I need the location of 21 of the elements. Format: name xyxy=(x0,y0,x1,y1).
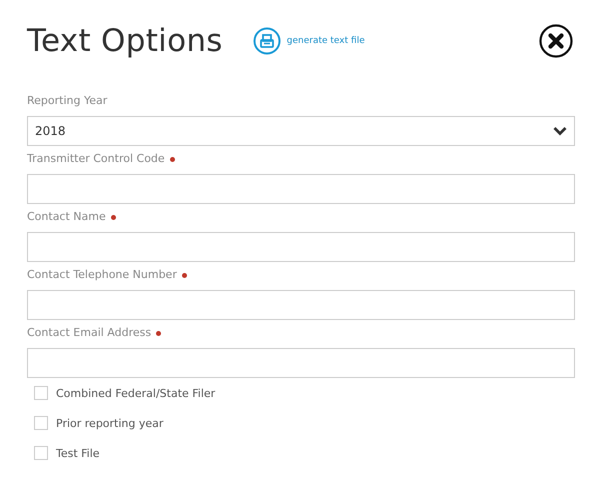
checkbox-label: Test File xyxy=(56,446,100,460)
close-icon[interactable] xyxy=(539,24,573,58)
field-label: Contact Email Address xyxy=(27,326,152,340)
checkbox[interactable] xyxy=(34,446,48,460)
input-field[interactable] xyxy=(27,348,575,378)
field-label: Contact Telephone Number xyxy=(27,268,177,282)
field-label: Reporting Year xyxy=(27,94,108,108)
chevron-down-icon xyxy=(553,126,567,136)
year-select[interactable]: 2018 xyxy=(27,116,575,146)
checkbox-label: Prior reporting year xyxy=(56,416,164,430)
printer-icon xyxy=(252,27,281,55)
generate-link[interactable]: generate text file xyxy=(252,27,365,55)
field-label: Contact Name xyxy=(27,210,106,224)
field-label: Transmitter Control Code xyxy=(27,152,165,166)
checkbox-label: Combined Federal/State Filer xyxy=(56,386,216,400)
checkbox[interactable] xyxy=(34,416,48,430)
input-field[interactable] xyxy=(27,232,575,262)
checkbox[interactable] xyxy=(34,386,48,400)
input-field[interactable] xyxy=(27,174,575,204)
dialog-title: Text Options xyxy=(27,23,223,59)
input-field[interactable] xyxy=(27,290,575,320)
